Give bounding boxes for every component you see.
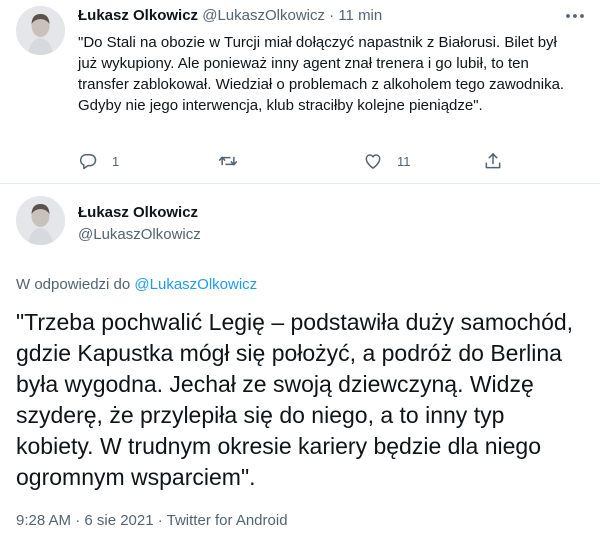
tweet-meta[interactable]: 9:28 AM · 6 sie 2021 · Twitter for Andro… <box>16 511 288 531</box>
avatar[interactable] <box>16 196 65 245</box>
tweet-text: "Do Stali na obozie w Turcji miał dołącz… <box>78 34 565 114</box>
avatar-image <box>16 6 65 55</box>
reply-button[interactable]: 1 <box>78 150 119 172</box>
avatar[interactable] <box>16 6 65 55</box>
tweet-focused: Łukasz Olkowicz @LukaszOlkowicz W odpowi… <box>0 185 600 546</box>
user-handle[interactable]: @LukaszOlkowicz <box>78 225 201 245</box>
avatar-image <box>16 196 65 245</box>
reply-context: W odpowiedzi do @LukaszOlkowicz <box>16 275 257 295</box>
timestamp[interactable]: 11 min <box>338 7 382 24</box>
reply-prefix: W odpowiedzi do <box>16 276 131 293</box>
reply-to-link[interactable]: @LukaszOlkowicz <box>134 276 257 293</box>
display-name[interactable]: Łukasz Olkowicz <box>78 203 198 223</box>
like-button[interactable]: 11 <box>363 150 411 172</box>
share-button[interactable] <box>483 150 503 172</box>
more-icon[interactable] <box>564 8 586 24</box>
reply-count: 1 <box>112 153 120 169</box>
separator-dot: · <box>329 7 335 24</box>
tweet-header: Łukasz Olkowicz @LukaszOlkowicz · 11 min <box>78 6 382 26</box>
tweet-text: "Trzeba pochwalić Legię – podstawiła duż… <box>16 309 574 490</box>
user-handle[interactable]: @LukaszOlkowicz <box>202 7 325 24</box>
retweet-icon <box>218 156 238 166</box>
share-icon <box>485 153 501 169</box>
like-icon <box>365 154 381 169</box>
reply-icon <box>79 154 97 170</box>
tweet-reply[interactable]: Łukasz Olkowicz @LukaszOlkowicz · 11 min… <box>0 0 600 184</box>
like-count: 11 <box>397 153 411 169</box>
tweet-actions: 1 11 <box>78 150 518 172</box>
display-name[interactable]: Łukasz Olkowicz <box>78 7 198 24</box>
retweet-button[interactable] <box>218 150 252 172</box>
